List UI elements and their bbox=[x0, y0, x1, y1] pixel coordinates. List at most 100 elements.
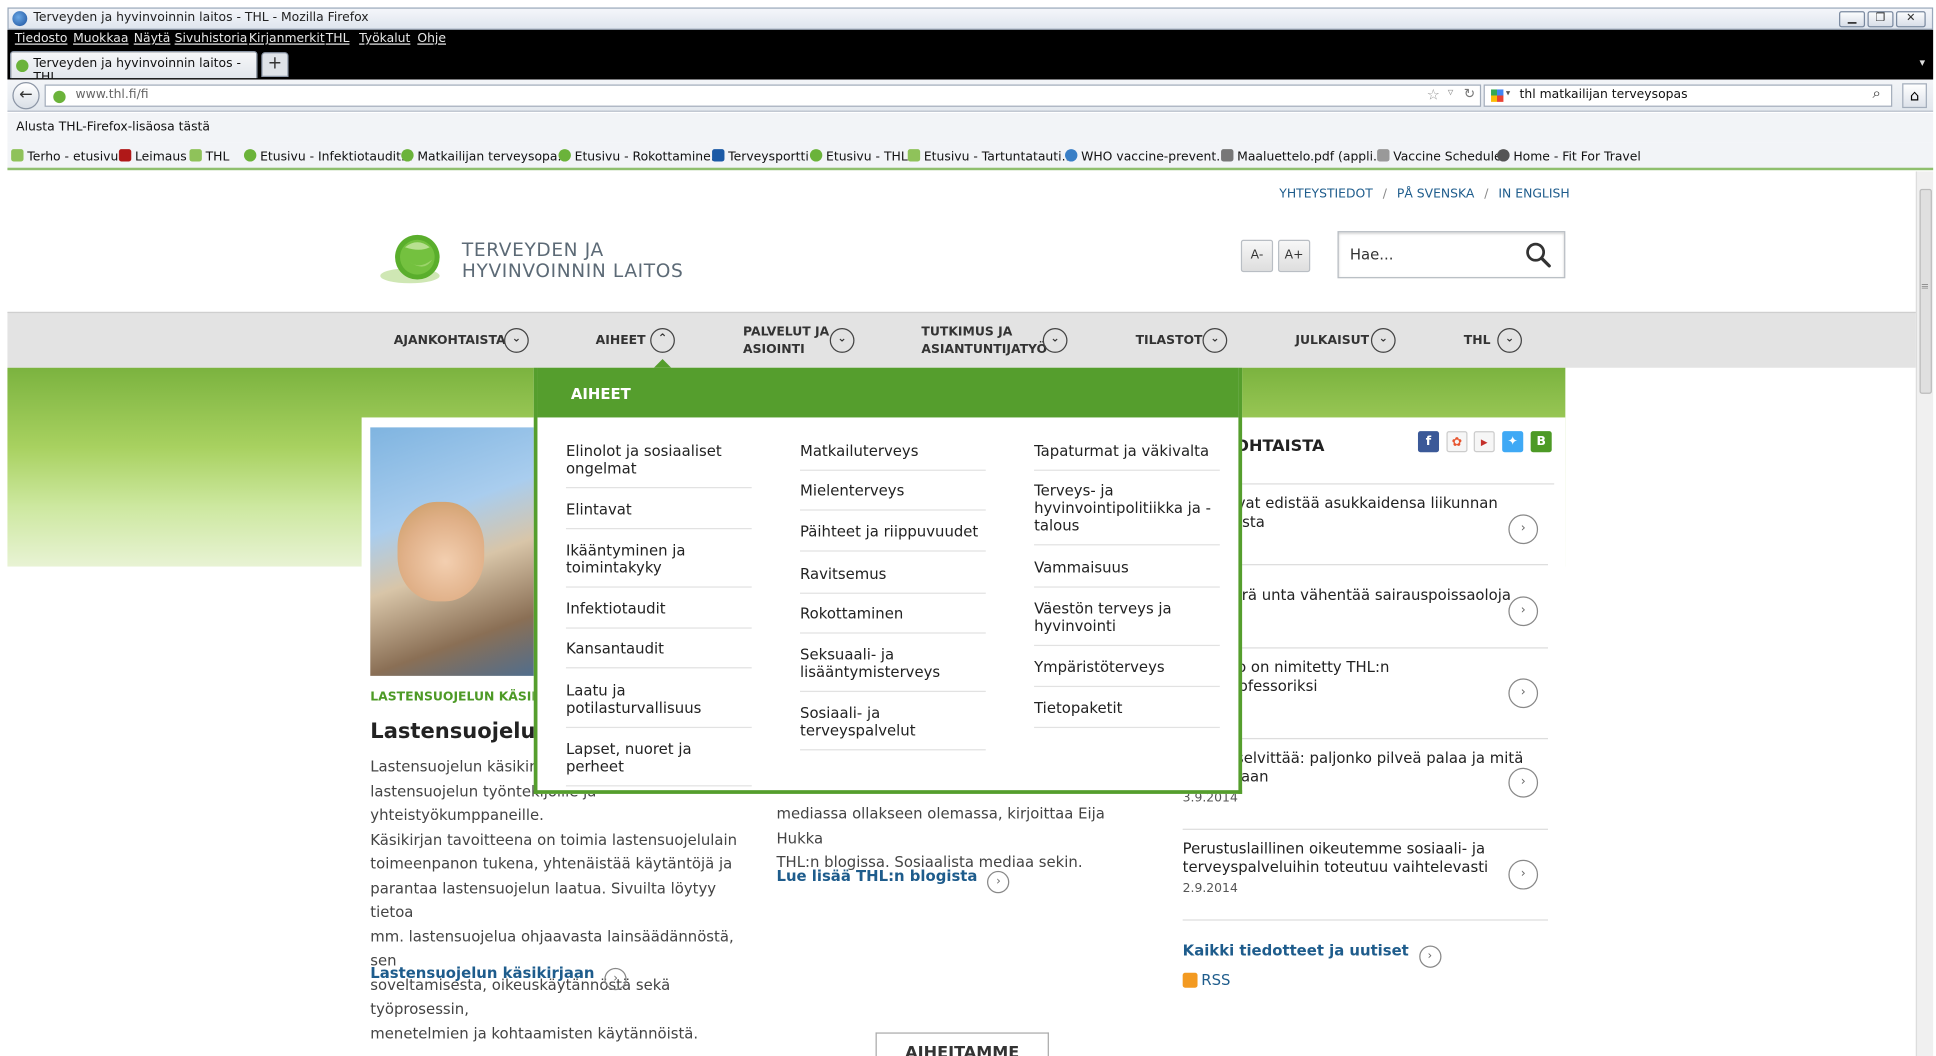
thl-logo[interactable]: TERVEYDEN JA HYVINVOINNIN LAITOS bbox=[380, 230, 702, 287]
bookmark-item[interactable]: WHO vaccine-prevent... bbox=[1065, 149, 1228, 164]
menu-kirjanmerkit[interactable]: Kirjanmerkit bbox=[249, 32, 325, 46]
new-tab-button[interactable]: + bbox=[261, 52, 289, 78]
topic-vaeston-terveys[interactable]: Väestön terveys ja hyvinvointi bbox=[1034, 600, 1220, 647]
menu-tiedosto[interactable]: Tiedosto bbox=[15, 32, 68, 46]
menu-sivuhistoria[interactable]: Sivuhistoria bbox=[175, 32, 248, 46]
browser-tab[interactable]: Terveyden ja hyvinvoinnin laitos - THL bbox=[9, 50, 258, 84]
url-field[interactable]: www.thl.fi/fi ☆ ▿ ↻ bbox=[44, 84, 1482, 107]
topic-seksuaali[interactable]: Seksuaali- ja lisääntymisterveys bbox=[800, 646, 986, 693]
topic-rokottaminen[interactable]: Rokottaminen bbox=[800, 605, 986, 634]
chevron-down-icon[interactable]: ⌄ bbox=[829, 327, 855, 353]
chevron-down-icon[interactable]: ⌄ bbox=[1370, 327, 1396, 353]
font-decrease-button[interactable]: A- bbox=[1240, 239, 1274, 273]
feature-link[interactable]: Lastensuojelun käsikirjaan › bbox=[370, 959, 627, 991]
menu-ohje[interactable]: Ohje bbox=[417, 32, 446, 46]
history-dropdown-icon[interactable]: ▿ bbox=[1448, 87, 1454, 99]
scrollbar-grip-icon: ≡ bbox=[1920, 280, 1930, 292]
menu-nayta[interactable]: Näytä bbox=[134, 32, 171, 46]
vertical-scrollbar[interactable]: ≡ bbox=[1915, 171, 1934, 1056]
topic-infektiotaudit[interactable]: Infektiotaudit bbox=[565, 600, 752, 629]
chevron-right-icon[interactable]: › bbox=[1418, 945, 1441, 968]
news-item[interactable]: Perustuslaillinen oikeutemme sosiaali- j… bbox=[1182, 840, 1548, 921]
flickr-icon[interactable]: ✿ bbox=[1446, 431, 1468, 453]
topic-laatu[interactable]: Laatu ja potilasturvallisuus bbox=[565, 682, 752, 729]
bookmark-item[interactable]: Etusivu - Tartuntatauti... bbox=[907, 149, 1073, 164]
reload-icon[interactable]: ↻ bbox=[1464, 86, 1475, 102]
bookmark-item[interactable]: Terho - etusivu bbox=[11, 149, 118, 164]
topic-ikaantyminen[interactable]: Ikääntyminen ja toimintakyky bbox=[565, 542, 752, 588]
chevron-right-icon[interactable]: › bbox=[604, 967, 627, 991]
chevron-down-icon[interactable]: ⌄ bbox=[1497, 327, 1522, 353]
chevron-right-icon[interactable]: › bbox=[1508, 514, 1539, 545]
all-news-link[interactable]: Kaikki tiedotteet ja uutiset › bbox=[1183, 937, 1441, 968]
site-search-input[interactable]: Hae... bbox=[1337, 231, 1566, 279]
bookmark-item[interactable]: Leimaus bbox=[118, 149, 187, 164]
bookmark-item[interactable]: Etusivu - Infektiotaudit... bbox=[243, 149, 413, 164]
font-increase-button[interactable]: A+ bbox=[1278, 239, 1311, 273]
search-engine-dropdown-icon[interactable]: ▾ bbox=[1506, 88, 1510, 98]
bookmark-item[interactable]: Etusivu - THL bbox=[809, 149, 908, 164]
bookmark-item[interactable]: Terveysportti bbox=[712, 149, 809, 164]
bookmark-item[interactable]: THL bbox=[189, 149, 229, 164]
topic-terveyspolitiikka[interactable]: Terveys- ja hyvinvointipolitiikka ja -ta… bbox=[1034, 482, 1220, 546]
topic-mielenterveys[interactable]: Mielenterveys bbox=[800, 482, 986, 511]
menu-muokkaa[interactable]: Muokkaa bbox=[73, 32, 128, 46]
topic-sosiaali[interactable]: Sosiaali- ja terveyspalvelut bbox=[800, 704, 986, 751]
chevron-right-icon[interactable]: › bbox=[1508, 767, 1539, 798]
bookmark-item[interactable]: Vaccine Schedule bbox=[1377, 149, 1502, 164]
site-identity-icon[interactable] bbox=[53, 90, 66, 104]
bookmark-item[interactable]: Home - Fit For Travel bbox=[1497, 149, 1641, 164]
menu-thl[interactable]: THL bbox=[326, 32, 350, 46]
topics-button[interactable]: AIHEITAMME bbox=[875, 1032, 1049, 1056]
chevron-right-icon[interactable]: › bbox=[1508, 596, 1539, 627]
chevron-up-icon[interactable]: ⌃ bbox=[650, 327, 675, 353]
blog-link[interactable]: Lue lisää THL:n blogista › bbox=[776, 862, 1010, 894]
link-in-english[interactable]: IN ENGLISH bbox=[1498, 188, 1569, 202]
home-button[interactable]: ⌂ bbox=[1902, 83, 1927, 109]
topic-paihteet[interactable]: Päihteet ja riippuvuudet bbox=[800, 523, 986, 552]
link-yhteystiedot[interactable]: YHTEYSTIEDOT bbox=[1279, 188, 1373, 202]
search-icon[interactable] bbox=[1524, 241, 1551, 268]
search-go-icon[interactable]: ⌕ bbox=[1872, 84, 1880, 103]
separator: / bbox=[1382, 187, 1387, 202]
bookmark-item[interactable]: Etusivu - Rokottamine... bbox=[558, 149, 723, 164]
topic-tapaturmat[interactable]: Tapaturmat ja väkivalta bbox=[1034, 442, 1220, 471]
bookmark-star-icon[interactable]: ☆ bbox=[1427, 86, 1440, 103]
twitter-icon[interactable]: ✦ bbox=[1502, 431, 1524, 453]
topic-matkailuterveys[interactable]: Matkailuterveys bbox=[800, 442, 986, 471]
topic-kansantaudit[interactable]: Kansantaudit bbox=[565, 640, 752, 669]
maximize-button[interactable]: ❐ bbox=[1867, 11, 1894, 28]
browser-search-field[interactable]: ▾ thl matkailijan terveysopas ⌕ bbox=[1483, 84, 1893, 107]
bookmark-item[interactable]: Matkailijan terveysopa... bbox=[401, 149, 569, 164]
feature-photo bbox=[370, 427, 538, 676]
minimize-button[interactable]: ▁ bbox=[1839, 11, 1866, 28]
chevron-down-icon[interactable]: ⌄ bbox=[504, 327, 529, 353]
facebook-icon[interactable]: f bbox=[1417, 431, 1440, 453]
topic-tietopaketit[interactable]: Tietopaketit bbox=[1034, 699, 1220, 729]
dropdown-heading[interactable]: AIHEET bbox=[537, 367, 1239, 418]
close-button[interactable]: ✕ bbox=[1895, 11, 1926, 28]
feature-body: Lastensuojelun käsikirja lastensuojelun … bbox=[370, 757, 738, 1042]
bookmark-item[interactable]: Maaluettelo.pdf (appli... bbox=[1221, 149, 1385, 164]
rss-link[interactable]: RSS bbox=[1182, 972, 1230, 989]
youtube-icon[interactable]: ▶ bbox=[1473, 431, 1495, 453]
site-search-placeholder: Hae... bbox=[1349, 245, 1394, 264]
topic-lapset[interactable]: Lapset, nuoret ja perheet bbox=[565, 740, 752, 787]
link-pa-svenska[interactable]: PÅ SVENSKA bbox=[1397, 188, 1475, 202]
chevron-down-icon[interactable]: ⌄ bbox=[1042, 327, 1068, 353]
blog-icon[interactable]: B bbox=[1530, 431, 1552, 453]
chevron-right-icon[interactable]: › bbox=[1508, 678, 1539, 709]
google-icon[interactable] bbox=[1491, 89, 1504, 102]
topic-elintavat[interactable]: Elintavat bbox=[565, 501, 752, 530]
topic-elinolot[interactable]: Elinolot ja sosiaaliset ongelmat bbox=[565, 442, 752, 489]
back-button[interactable]: ← bbox=[12, 81, 40, 110]
topic-ymparistoterveys[interactable]: Ympäristöterveys bbox=[1034, 658, 1220, 688]
chevron-right-icon[interactable]: › bbox=[987, 870, 1010, 894]
topic-ravitsemus[interactable]: Ravitsemus bbox=[800, 565, 986, 594]
topic-vammaisuus[interactable]: Vammaisuus bbox=[1034, 559, 1220, 588]
menu-tyokalut[interactable]: Työkalut bbox=[359, 32, 410, 46]
chevron-down-icon[interactable]: ⌄ bbox=[1202, 327, 1228, 353]
chevron-right-icon[interactable]: › bbox=[1508, 859, 1539, 890]
tab-list-icon[interactable]: ▾ bbox=[1920, 57, 1926, 69]
addon-link[interactable]: Alusta THL-Firefox-lisäosa tästä bbox=[16, 121, 210, 135]
